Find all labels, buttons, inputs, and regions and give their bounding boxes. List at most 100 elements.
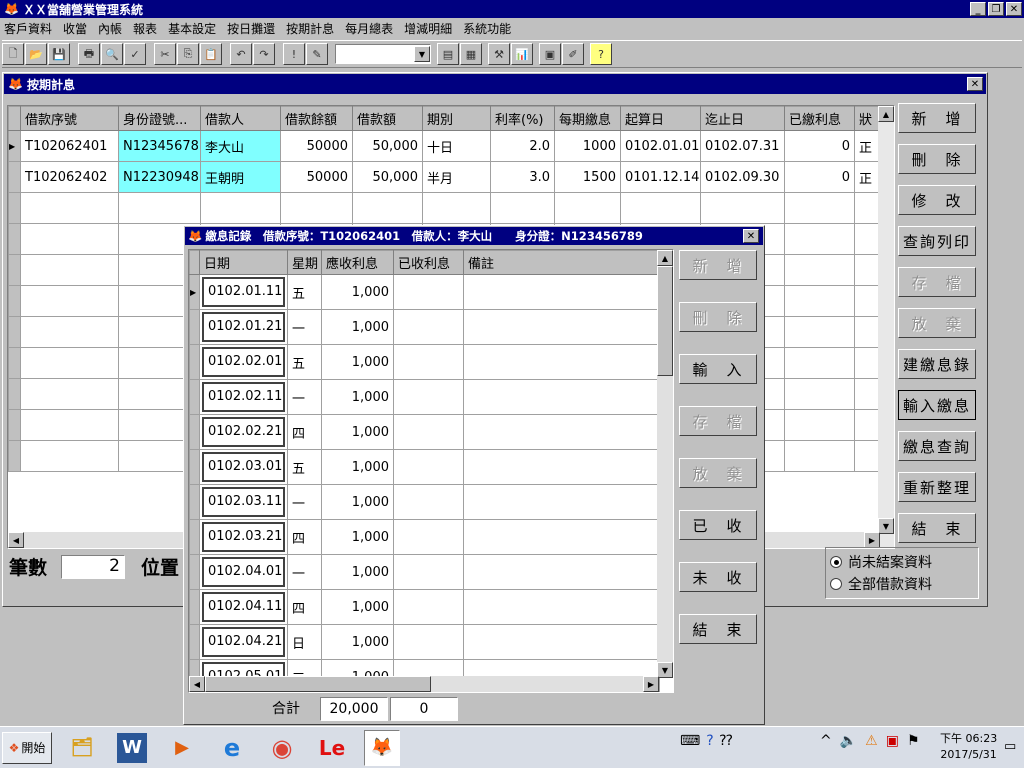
radio-all[interactable]: 全部借款資料 <box>830 573 974 595</box>
date-field[interactable]: 0102.02.01 <box>202 347 285 377</box>
table-cell[interactable]: 0102.07.31 <box>700 130 785 162</box>
table-cell[interactable] <box>854 316 879 348</box>
network-icon[interactable]: ▣ <box>886 733 899 749</box>
table-cell[interactable] <box>854 440 879 472</box>
dialog-scroll-left-icon[interactable]: ◀ <box>189 676 205 692</box>
main-button-9[interactable]: 重新整理 <box>898 472 976 502</box>
toolbar-combo[interactable]: ▼ <box>335 44 431 64</box>
dialog-column-header-3[interactable]: 已收利息 <box>393 250 464 275</box>
dialog-scroll-up-icon[interactable]: ▲ <box>657 250 673 266</box>
paid-interest-cell[interactable] <box>393 449 464 485</box>
paid-interest-cell[interactable] <box>393 624 464 660</box>
menu-item-0[interactable]: 客戶資料 <box>4 20 52 37</box>
dialog-button-4[interactable]: 放 棄 <box>679 458 757 488</box>
word-icon[interactable]: W <box>117 732 147 763</box>
column-header-6[interactable]: 利率(%) <box>490 106 555 131</box>
table-cell[interactable]: 十日 <box>422 130 491 162</box>
restore-button[interactable]: ❐ <box>988 2 1004 16</box>
table-cell[interactable] <box>20 409 119 441</box>
weekday-cell[interactable]: 一 <box>287 484 322 520</box>
scroll-down-icon[interactable]: ▼ <box>878 518 894 534</box>
table-cell[interactable] <box>20 285 119 317</box>
exclamation-icon[interactable]: ! <box>283 43 305 65</box>
ime-icon[interactable]: ⁇ <box>720 733 733 749</box>
due-interest-cell[interactable]: 1,000 <box>321 379 394 415</box>
note-cell[interactable] <box>463 309 660 345</box>
dialog-table-row[interactable]: 0102.02.11 一 1,000 <box>189 379 660 415</box>
table-cell[interactable] <box>20 378 119 410</box>
column-header-11[interactable]: 狀 <box>854 106 879 131</box>
dialog-button-0[interactable]: 新 增 <box>679 250 757 280</box>
table-cell[interactable]: 正 <box>854 161 879 193</box>
help-icon[interactable]: ? <box>590 43 612 65</box>
table-row[interactable]: T102062402 N12230948 王朝明 50000 50,000 半月 3.0 15… <box>8 161 879 193</box>
table-cell[interactable]: T102062402 <box>20 161 119 193</box>
date-field[interactable]: 0102.04.01 <box>202 557 285 587</box>
main-button-0[interactable]: 新 增 <box>898 103 976 133</box>
menu-item-6[interactable]: 按期計息 <box>286 20 334 37</box>
table-cell[interactable] <box>200 192 281 224</box>
edit-check-icon[interactable]: ✎ <box>306 43 328 65</box>
due-interest-cell[interactable]: 1,000 <box>321 484 394 520</box>
table-cell[interactable]: 正 <box>854 130 879 162</box>
table-cell[interactable]: 王朝明 <box>200 161 281 193</box>
paid-interest-cell[interactable] <box>393 344 464 380</box>
table-cell[interactable]: N12345678 <box>118 130 201 162</box>
main-button-2[interactable]: 修 改 <box>898 185 976 215</box>
date-field[interactable]: 0102.04.11 <box>202 592 285 622</box>
main-button-5[interactable]: 放 棄 <box>898 308 976 338</box>
dialog-table-row[interactable]: 0102.01.21 一 1,000 <box>189 309 660 345</box>
table-cell[interactable] <box>854 409 879 441</box>
dialog-table-row[interactable]: 0102.03.01 五 1,000 <box>189 449 660 485</box>
table-cell[interactable] <box>20 316 119 348</box>
dialog-scroll-right-icon[interactable]: ▶ <box>643 676 659 692</box>
menu-item-8[interactable]: 增減明細 <box>404 20 452 37</box>
main-button-6[interactable]: 建繳息錄 <box>898 349 976 379</box>
cut-icon[interactable]: ✂ <box>154 43 176 65</box>
dialog-table-row[interactable]: 0102.03.11 一 1,000 <box>189 484 660 520</box>
note-cell[interactable] <box>463 554 660 590</box>
notification-icon[interactable]: ▭ <box>1004 739 1016 754</box>
paid-interest-cell[interactable] <box>393 554 464 590</box>
media-player-icon[interactable]: ▶ <box>164 730 200 766</box>
date-field[interactable]: 0102.04.21 <box>202 627 285 657</box>
pawnshop-app-icon[interactable]: 🦊 <box>364 729 400 766</box>
grid-view-icon[interactable]: ▦ <box>460 43 482 65</box>
note-cell[interactable] <box>463 484 660 520</box>
column-header-4[interactable]: 借款額 <box>352 106 423 131</box>
dialog-scroll-thumb[interactable] <box>657 266 673 376</box>
table-cell[interactable] <box>784 347 855 379</box>
date-field[interactable]: 0102.02.11 <box>202 382 285 412</box>
note-cell[interactable] <box>463 589 660 625</box>
note-cell[interactable] <box>463 519 660 555</box>
main-button-1[interactable]: 刪 除 <box>898 144 976 174</box>
table-cell[interactable] <box>554 192 621 224</box>
dialog-column-header-4[interactable]: 備註 <box>463 250 660 275</box>
weekday-cell[interactable]: 日 <box>287 624 322 660</box>
save-icon[interactable]: 💾 <box>48 43 70 65</box>
table-cell[interactable]: 2.0 <box>490 130 555 162</box>
dialog-table-row[interactable]: 0102.04.11 四 1,000 <box>189 589 660 625</box>
table-cell[interactable] <box>784 254 855 286</box>
table-cell[interactable]: N12230948 <box>118 161 201 193</box>
column-header-7[interactable]: 每期繳息 <box>554 106 621 131</box>
volume-icon[interactable]: 🔈 <box>840 733 857 749</box>
date-cell[interactable]: 0102.03.11 <box>199 484 288 520</box>
dialog-table-row[interactable]: 0102.03.21 四 1,000 <box>189 519 660 555</box>
security-icon[interactable]: ⚠ <box>865 733 878 749</box>
table-cell[interactable]: 半月 <box>422 161 491 193</box>
table-cell[interactable] <box>784 378 855 410</box>
table-cell[interactable] <box>784 409 855 441</box>
date-cell[interactable]: 0102.01.11 <box>199 274 288 310</box>
table-cell[interactable]: 李大山 <box>200 130 281 162</box>
note-cell[interactable] <box>463 379 660 415</box>
note-cell[interactable] <box>463 414 660 450</box>
date-field[interactable]: 0102.01.11 <box>202 277 285 307</box>
clock[interactable]: 下午 06:23 2017/5/31 <box>940 731 997 763</box>
dialog-column-header-0[interactable]: 日期 <box>199 250 288 275</box>
column-header-8[interactable]: 起算日 <box>620 106 701 131</box>
table-row[interactable]: ▶ T102062401 N12345678 李大山 50000 50,000 十日 2.0 1… <box>8 130 879 162</box>
due-interest-cell[interactable]: 1,000 <box>321 554 394 590</box>
paid-interest-cell[interactable] <box>393 484 464 520</box>
print-preview-icon[interactable]: 🔍 <box>101 43 123 65</box>
